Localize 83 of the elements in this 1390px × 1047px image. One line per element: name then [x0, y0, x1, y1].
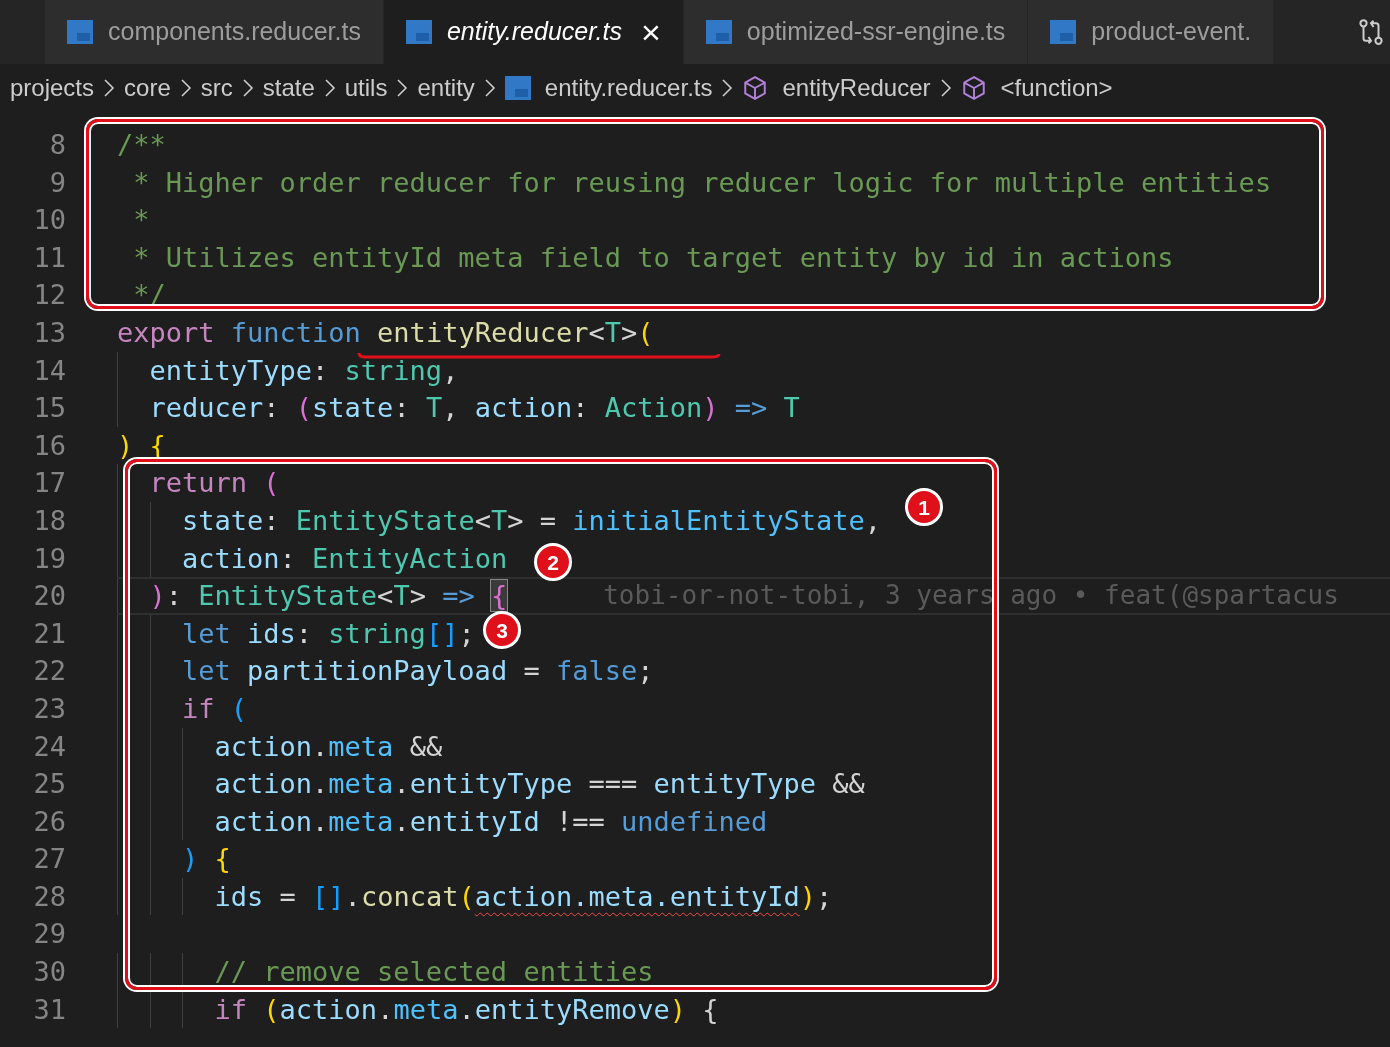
number-marker: 3 [483, 611, 521, 649]
number-marker: 2 [534, 543, 572, 581]
line-number: 21 [32, 616, 66, 651]
code-line: * Higher order reducer for reusing reducer logic for multiple entities [132, 165, 1272, 200]
breadcrumb-item[interactable]: entity [417, 70, 475, 106]
editor-tab[interactable]: optimized-ssr-engine.ts [683, 0, 1029, 64]
code-line: action: EntityAction [181, 541, 508, 576]
line-number: 12 [32, 278, 66, 313]
code-line: return ( [148, 466, 280, 501]
code-line: action.meta && [213, 729, 443, 764]
typescript-file-icon [67, 20, 93, 44]
line-number: 18 [32, 503, 66, 538]
line-number: 17 [32, 466, 66, 501]
blame-annotation: tobi-or-not-tobi, 3 years ago • feat(@spartacus [603, 579, 1339, 613]
tab-label: components.reducer.ts [108, 16, 361, 48]
breadcrumb-item[interactable]: entityReducer [782, 70, 931, 106]
code-line: let partitionPayload = false; [181, 654, 654, 689]
chevron-icon [103, 78, 116, 98]
chevron-icon [241, 78, 254, 98]
line-number: 14 [32, 353, 66, 388]
editor-tab[interactable]: components.reducer.ts [45, 0, 384, 64]
chevron-icon [396, 78, 409, 98]
code-line: state: EntityState<T> = initialEntityState, [181, 503, 882, 538]
line-number: 19 [32, 541, 66, 576]
editor-tab[interactable]: entity.reducer.ts × [383, 0, 684, 64]
code-line: reducer: (state: T, action: Action) => T [148, 391, 800, 426]
close-icon[interactable]: × [641, 15, 661, 49]
breadcrumb-item[interactable]: utils [344, 70, 388, 106]
typescript-file-icon [705, 20, 732, 44]
line-number: 27 [32, 842, 66, 877]
tab-label: entity.reducer.ts [446, 16, 622, 48]
code-line: let ids: string[]; [181, 616, 475, 651]
line-number: 8 [48, 128, 66, 162]
chevron-icon [323, 78, 336, 98]
code-line: /** [117, 128, 166, 162]
breadcrumb-item[interactable]: state [262, 70, 315, 106]
line-number: 20 [32, 579, 66, 614]
line-number: 30 [32, 955, 66, 990]
line-number: 23 [32, 691, 66, 726]
line-number: 15 [32, 391, 66, 426]
code-line: * Utilizes entityId meta field to target entity by id in actions [132, 240, 1174, 275]
breadcrumb-item[interactable]: projects [10, 70, 95, 106]
line-number: 22 [32, 654, 66, 689]
tab-label: optimized-ssr-engine.ts [746, 16, 1006, 48]
code-line: ) { [181, 842, 231, 877]
tab-label: product-event. [1091, 16, 1252, 48]
line-number: 28 [32, 879, 66, 914]
chevron-icon [483, 78, 496, 98]
typescript-file-icon [504, 76, 531, 100]
chevron-icon [939, 78, 952, 98]
code-line: ids = [].concat(action.meta.entityId); [213, 879, 833, 914]
compare-changes-icon[interactable] [1356, 16, 1386, 48]
typescript-file-icon [1050, 20, 1077, 44]
line-number: 13 [32, 315, 66, 350]
code-line: action.meta.entityId !== undefined [213, 804, 768, 839]
typescript-file-icon [405, 20, 432, 44]
number-marker: 1 [905, 488, 943, 526]
line-number: 29 [32, 917, 66, 952]
line-number: 24 [32, 729, 66, 764]
code-line: action.meta.entityType === entityType && [213, 767, 865, 802]
breadcrumb-item[interactable]: <function> [1000, 70, 1113, 106]
line-number: 25 [32, 767, 66, 802]
cube-icon [960, 75, 987, 101]
line-number: 11 [32, 240, 66, 275]
chevron-icon [179, 78, 192, 98]
breadcrumb-item[interactable]: core [124, 70, 171, 106]
line-number: 9 [48, 165, 66, 200]
code-line: // remove selected entities [213, 955, 654, 990]
line-number: 16 [32, 428, 66, 463]
chevron-icon [721, 78, 734, 98]
breadcrumb-item[interactable]: entity.reducer.ts [544, 70, 713, 106]
cube-icon [742, 75, 769, 101]
editor-tab[interactable]: product-event. [1028, 0, 1275, 64]
line-number: 26 [32, 804, 66, 839]
code-line: entityType: string, [148, 353, 459, 388]
code-line: ): EntityState<T> => { [148, 579, 508, 614]
line-number: 10 [32, 203, 66, 238]
breadcrumb-item[interactable]: src [200, 70, 233, 106]
code-line: if ( [181, 691, 248, 726]
code-line: * [132, 203, 150, 238]
code-line: export function entityReducer<T>( [117, 315, 654, 350]
code-line: if (action.meta.entityRemove) { [213, 992, 719, 1027]
line-number: 31 [32, 992, 66, 1027]
